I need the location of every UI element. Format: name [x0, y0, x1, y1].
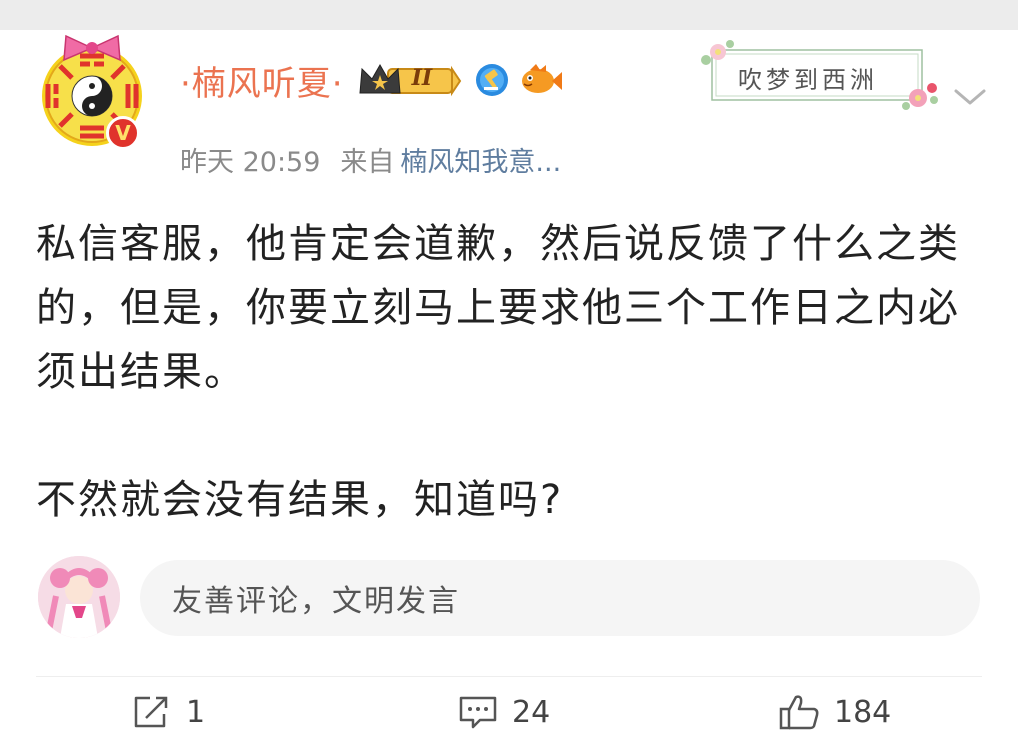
divider [36, 676, 982, 677]
vip-level: II [411, 65, 433, 91]
comment-input[interactable]: 友善评论，文明发言 [140, 560, 980, 636]
fish-badge[interactable] [518, 62, 562, 98]
verified-badge-icon: V [106, 116, 140, 150]
repost-icon [134, 696, 168, 728]
name-row: ·楠风听夏· II [180, 55, 562, 105]
more-dropdown[interactable] [952, 85, 988, 109]
hammer-badge-icon [475, 64, 508, 96]
comment-placeholder: 友善评论，文明发言 [172, 584, 460, 619]
source-prefix: 来自 [340, 147, 395, 178]
card-sticker[interactable]: 吹梦到西洲 [696, 38, 946, 110]
anime-avatar-icon [38, 556, 120, 638]
comment-button[interactable]: 24 [458, 692, 550, 732]
post-timestamp: 昨天 20:59 [180, 147, 321, 178]
repost-count: 1 [186, 694, 206, 730]
blue-vip-badge[interactable] [474, 62, 510, 98]
top-strip [0, 0, 1018, 30]
thumbs-up-icon [779, 695, 819, 730]
comment-count: 24 [512, 694, 551, 730]
sticker-text: 吹梦到西洲 [738, 66, 878, 94]
post-content: 私信客服，他肯定会道歉，然后说反馈了什么之类的，但是，你要立刻马上要求他三个工作… [36, 212, 986, 532]
crown-icon [359, 63, 461, 97]
current-user-avatar[interactable] [38, 556, 120, 638]
like-count: 184 [834, 694, 892, 730]
chevron-down-icon [954, 89, 986, 105]
vip-badge[interactable]: II [358, 63, 462, 97]
comment-icon [459, 696, 497, 729]
post-meta: 昨天 20:59 来自 楠风知我意... [180, 140, 561, 179]
like-button[interactable]: 184 [778, 692, 891, 732]
username-link[interactable]: ·楠风听夏· [180, 56, 344, 105]
repost-button[interactable]: 1 [132, 692, 205, 732]
post-paragraph: 不然就会没有结果，知道吗? [36, 477, 564, 523]
source-link[interactable]: 楠风知我意... [400, 140, 561, 179]
post-paragraph: 私信客服，他肯定会道歉，然后说反馈了什么之类的，但是，你要立刻马上要求他三个工作… [36, 221, 960, 395]
fish-icon [521, 64, 562, 93]
